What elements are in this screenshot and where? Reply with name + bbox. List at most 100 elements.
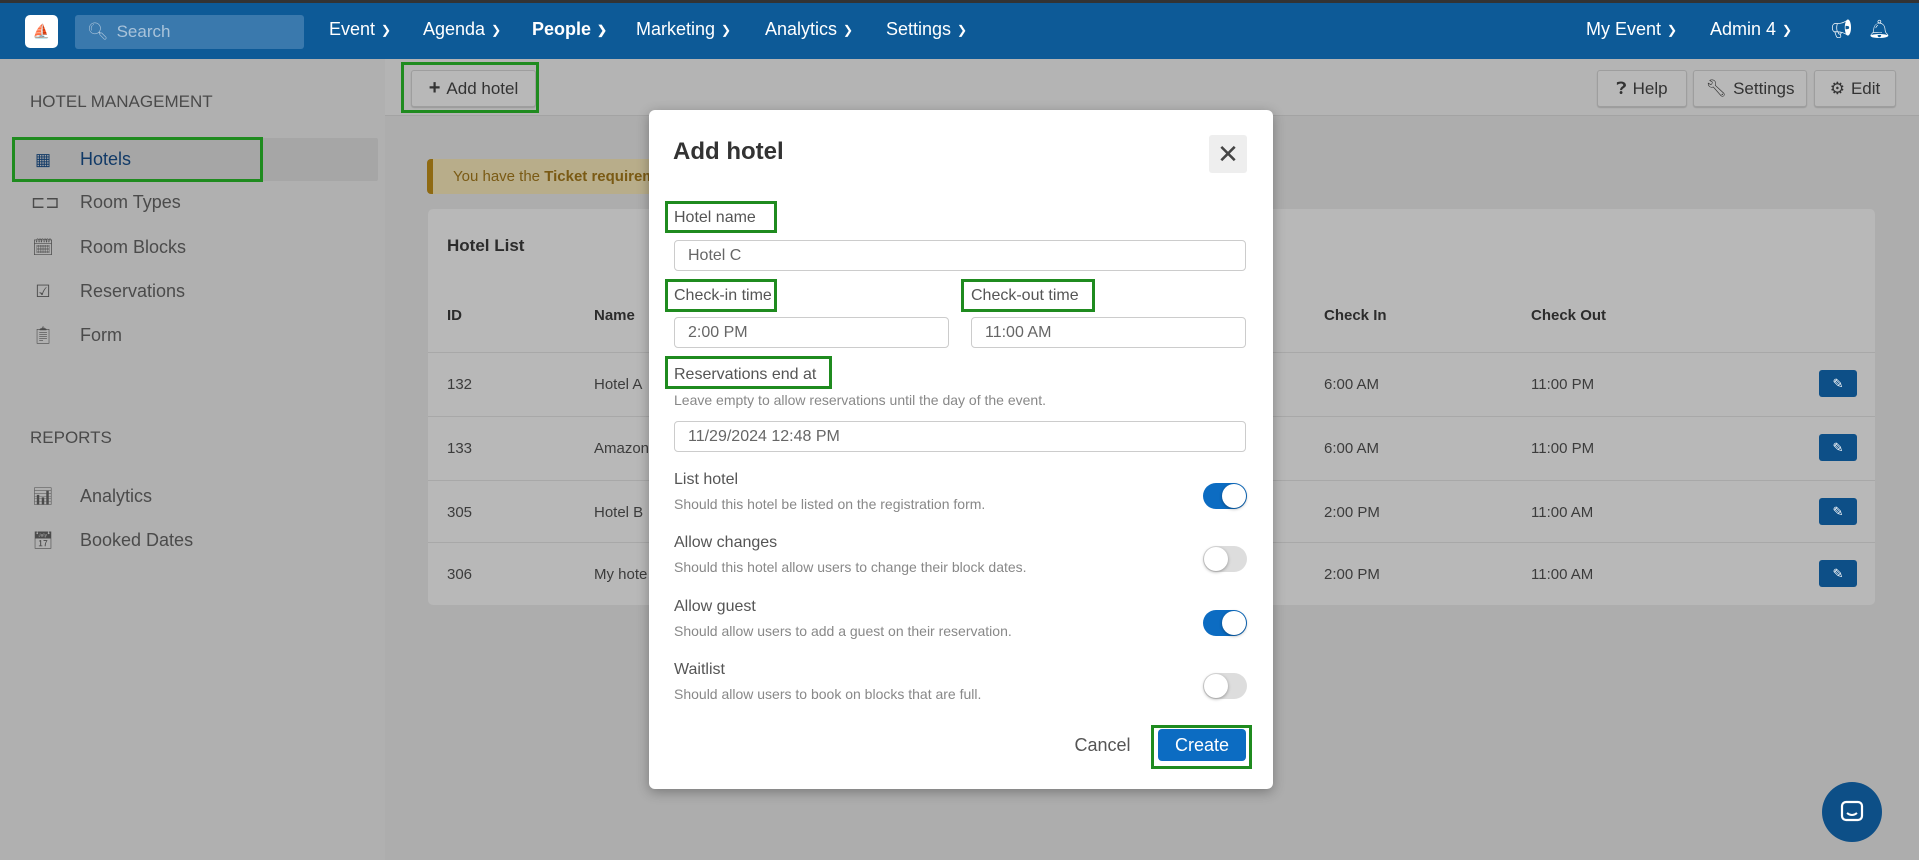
cell-check-out: 11:00 AM [1531, 566, 1594, 583]
cell-check-in: 6:00 AM [1324, 376, 1380, 393]
edit-row-button[interactable]: ✎ [1819, 560, 1857, 587]
cancel-button[interactable]: Cancel [1070, 731, 1135, 759]
cell-check-out: 11:00 PM [1531, 376, 1595, 393]
chevron-down-icon: ❯ [597, 22, 608, 37]
nav-people[interactable]: People ❯ [532, 19, 607, 40]
calendar-edit-icon: 🗓︎ [32, 237, 54, 257]
clipboard-icon: 📋︎ [32, 325, 54, 345]
sidebar-item-form[interactable]: 📋︎ Form [12, 314, 378, 357]
user-menu-label: Admin 4 [1710, 19, 1777, 39]
toolbar [385, 59, 1919, 116]
question-circle-icon: ❓︎ [1616, 78, 1627, 98]
nav-label: Settings [886, 19, 952, 39]
toggle-knob [1204, 547, 1228, 571]
user-menu[interactable]: Admin 4 ❯ [1710, 19, 1792, 40]
cell-check-in: 2:00 PM [1324, 504, 1380, 521]
reservations-end-help: Leave empty to allow reservations until … [674, 392, 1046, 408]
bell-icon[interactable]: 🔔︎ [1868, 19, 1891, 40]
sidebar-item-label: Reservations [80, 281, 186, 301]
event-selector-label: My Event [1586, 19, 1662, 39]
cell-id: 305 [447, 504, 473, 521]
sidebar-item-label: Booked Dates [80, 530, 194, 550]
nav-event[interactable]: Event ❯ [329, 19, 391, 40]
help-button[interactable]: ❓︎ Help [1597, 70, 1687, 107]
chevron-down-icon: ❯ [1667, 22, 1678, 37]
cell-name: Hotel B [594, 504, 644, 521]
add-hotel-label: Add hotel [446, 78, 519, 98]
edit-button[interactable]: ⚙ Edit [1814, 70, 1896, 107]
event-selector[interactable]: My Event ❯ [1586, 19, 1677, 40]
sidebar-item-analytics[interactable]: 📊︎ Analytics [12, 475, 378, 518]
calendar-check-icon: ☑ [35, 281, 51, 301]
settings-button[interactable]: 🔧︎ Settings [1693, 70, 1807, 107]
edit-row-button[interactable]: ✎ [1819, 498, 1857, 525]
settings-label: Settings [1733, 78, 1795, 98]
edit-icon: ✎ [1832, 565, 1844, 581]
nav-label: Analytics [765, 19, 838, 39]
toggle-label: Waitlist [674, 661, 725, 678]
cell-check-in: 2:00 PM [1324, 566, 1380, 583]
hotel-name-label: Hotel name [674, 209, 756, 226]
chevron-down-icon: ❯ [491, 22, 502, 37]
toggle-description: Should allow users to book on blocks tha… [674, 686, 982, 702]
toggle-description: Should allow users to add a guest on the… [674, 623, 1012, 639]
cell-check-out: 11:00 PM [1531, 440, 1595, 457]
hotel-list-title: Hotel List [447, 236, 525, 255]
nav-settings[interactable]: Settings ❯ [886, 19, 967, 40]
toggle-description: Should this hotel allow users to change … [674, 559, 1027, 575]
toggle-label: Allow changes [674, 534, 778, 551]
edit-row-button[interactable]: ✎ [1819, 370, 1857, 397]
sidebar-item-booked-dates[interactable]: 📅︎ Booked Dates [12, 519, 378, 562]
nav-label: People [532, 19, 592, 39]
cell-check-in: 6:00 AM [1324, 440, 1380, 457]
wrench-icon: 🔧︎ [1705, 78, 1728, 98]
toggle-switch[interactable] [1203, 610, 1247, 636]
calendar-icon: 📅︎ [32, 530, 54, 550]
bed-icon: ⊏⊐ [31, 192, 60, 212]
column-header-check-in[interactable]: Check In [1324, 307, 1387, 324]
edit-icon: ✎ [1832, 439, 1844, 455]
search-input[interactable]: 🔍︎ Search [75, 15, 304, 49]
sidebar-item-label: Hotels [80, 149, 132, 169]
sidebar-item-room-blocks[interactable]: 🗓︎ Room Blocks [12, 226, 378, 269]
cell-id: 133 [447, 440, 473, 457]
hotel-name-input[interactable]: Hotel C [674, 240, 1246, 271]
column-header-name[interactable]: Name [594, 307, 635, 324]
edit-label: Edit [1850, 78, 1881, 98]
toggle-switch[interactable] [1203, 546, 1247, 572]
chat-icon [1840, 800, 1864, 822]
chat-launcher-button[interactable] [1822, 782, 1882, 842]
edit-icon: ✎ [1832, 503, 1844, 519]
create-button[interactable]: Create [1158, 729, 1246, 761]
hotel-icon: ▦ [34, 149, 52, 169]
megaphone-icon[interactable]: 📢︎ [1830, 19, 1853, 40]
chevron-down-icon: ❯ [957, 22, 968, 37]
nav-agenda[interactable]: Agenda ❯ [423, 19, 501, 40]
nav-marketing[interactable]: Marketing ❯ [636, 19, 731, 40]
checkout-time-input[interactable]: 11:00 AM [971, 317, 1246, 348]
edit-row-button[interactable]: ✎ [1819, 434, 1857, 461]
sidebar-item-hotels[interactable]: ▦ Hotels [12, 138, 378, 181]
app-logo[interactable]: ⛵ [25, 15, 58, 48]
toggle-switch[interactable] [1203, 673, 1247, 699]
sidebar-item-label: Room Blocks [80, 237, 187, 257]
sidebar-item-reservations[interactable]: ☑ Reservations [12, 270, 378, 313]
toggle-description: Should this hotel be listed on the regis… [674, 496, 986, 512]
sidebar-item-room-types[interactable]: ⊏⊐ Room Types [12, 181, 378, 224]
column-header-id[interactable]: ID [447, 307, 462, 324]
toggle-knob [1222, 484, 1246, 508]
add-hotel-button[interactable]: + Add hotel [411, 70, 536, 107]
sidebar-item-label: Form [80, 325, 122, 345]
checkin-time-input[interactable]: 2:00 PM [674, 317, 949, 348]
toggle-switch[interactable] [1203, 483, 1247, 509]
search-icon: 🔍︎ [87, 22, 109, 41]
checkout-time-label: Check-out time [971, 287, 1079, 304]
column-header-check-out[interactable]: Check Out [1531, 307, 1606, 324]
reservations-end-input[interactable]: 11/29/2024 12:48 PM [674, 421, 1246, 452]
section-heading-reports: REPORTS [30, 428, 112, 447]
nav-analytics[interactable]: Analytics ❯ [765, 19, 853, 40]
toggle-knob [1222, 611, 1246, 635]
close-icon[interactable]: ✕ [1209, 135, 1247, 173]
cell-id: 306 [447, 566, 473, 583]
cell-name: Amazon [594, 440, 650, 457]
